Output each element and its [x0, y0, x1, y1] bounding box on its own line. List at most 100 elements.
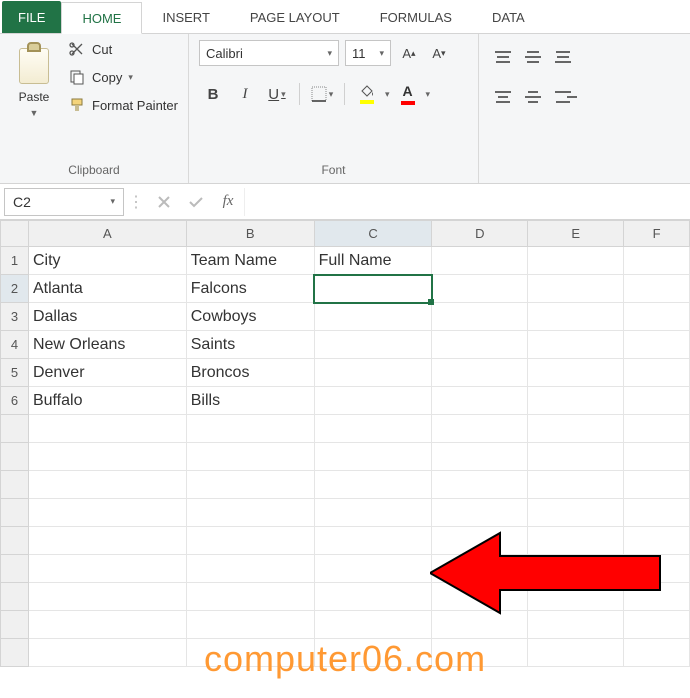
cell-b3[interactable]: Cowboys [186, 303, 314, 331]
italic-button[interactable]: I [231, 80, 259, 108]
tab-page-layout[interactable]: PAGE LAYOUT [230, 1, 360, 33]
file-tab[interactable]: FILE [2, 1, 61, 33]
cell-empty[interactable] [528, 443, 624, 471]
cell-empty[interactable] [314, 611, 432, 639]
row-header-2[interactable]: 2 [1, 275, 29, 303]
cell-empty[interactable] [186, 415, 314, 443]
cell-f5[interactable] [624, 359, 690, 387]
cell-e5[interactable] [528, 359, 624, 387]
cell-empty[interactable] [624, 415, 690, 443]
row-header-1[interactable]: 1 [1, 247, 29, 275]
cell-e3[interactable] [528, 303, 624, 331]
cell-a5[interactable]: Denver [28, 359, 186, 387]
cut-button[interactable]: Cut [68, 40, 178, 58]
font-color-button[interactable]: A [394, 83, 422, 105]
cell-empty[interactable] [624, 443, 690, 471]
align-middle-button[interactable] [519, 44, 547, 70]
cell-f3[interactable] [624, 303, 690, 331]
cell-empty[interactable] [528, 555, 624, 583]
cell-d1[interactable] [432, 247, 528, 275]
cell-empty[interactable] [432, 555, 528, 583]
cell-f1[interactable] [624, 247, 690, 275]
cell-empty[interactable] [624, 583, 690, 611]
row-header-9[interactable] [1, 471, 29, 499]
cell-empty[interactable] [186, 555, 314, 583]
cell-e2[interactable] [528, 275, 624, 303]
cell-empty[interactable] [28, 555, 186, 583]
cell-empty[interactable] [528, 611, 624, 639]
cell-empty[interactable] [314, 527, 432, 555]
cell-empty[interactable] [314, 555, 432, 583]
font-size-combo[interactable]: 11 ▾ [345, 40, 391, 66]
cell-empty[interactable] [432, 415, 528, 443]
insert-function-button[interactable]: fx [212, 188, 244, 216]
column-header-f[interactable]: F [624, 221, 690, 247]
column-header-d[interactable]: D [432, 221, 528, 247]
cell-e1[interactable] [528, 247, 624, 275]
tab-home[interactable]: HOME [61, 2, 142, 34]
row-header-3[interactable]: 3 [1, 303, 29, 331]
row-header-10[interactable] [1, 499, 29, 527]
column-header-a[interactable]: A [28, 221, 186, 247]
cell-empty[interactable] [28, 611, 186, 639]
row-header-13[interactable] [1, 583, 29, 611]
cell-empty[interactable] [314, 415, 432, 443]
cell-empty[interactable] [186, 611, 314, 639]
decrease-font-button[interactable]: A▾ [427, 40, 451, 66]
cell-c3[interactable] [314, 303, 432, 331]
cell-a1[interactable]: City [28, 247, 186, 275]
cell-a2[interactable]: Atlanta [28, 275, 186, 303]
select-all-corner[interactable] [1, 221, 29, 247]
cell-empty[interactable] [432, 611, 528, 639]
cancel-button[interactable] [148, 188, 180, 216]
fill-color-button[interactable] [353, 84, 381, 104]
cell-f4[interactable] [624, 331, 690, 359]
cell-f6[interactable] [624, 387, 690, 415]
cell-empty[interactable] [624, 471, 690, 499]
row-header-4[interactable]: 4 [1, 331, 29, 359]
cell-c2[interactable] [314, 275, 432, 303]
cell-a3[interactable]: Dallas [28, 303, 186, 331]
cell-empty[interactable] [186, 583, 314, 611]
cell-empty[interactable] [432, 471, 528, 499]
column-header-c[interactable]: C [314, 221, 432, 247]
cell-empty[interactable] [186, 471, 314, 499]
row-header-14[interactable] [1, 611, 29, 639]
copy-button[interactable]: Copy ▾ [68, 68, 178, 86]
cell-empty[interactable] [314, 471, 432, 499]
borders-button[interactable]: ▾ [308, 80, 336, 108]
cell-d4[interactable] [432, 331, 528, 359]
cell-empty[interactable] [624, 611, 690, 639]
align-center-button[interactable] [519, 84, 547, 110]
cell-empty[interactable] [528, 499, 624, 527]
cell-empty[interactable] [528, 527, 624, 555]
row-header-11[interactable] [1, 527, 29, 555]
align-top-button[interactable] [489, 44, 517, 70]
underline-button[interactable]: U▾ [263, 80, 291, 108]
cell-c5[interactable] [314, 359, 432, 387]
row-header-5[interactable]: 5 [1, 359, 29, 387]
row-header-12[interactable] [1, 555, 29, 583]
cell-b1[interactable]: Team Name [186, 247, 314, 275]
cell-empty[interactable] [314, 443, 432, 471]
name-box[interactable]: C2 ▾ [4, 188, 124, 216]
cell-b2[interactable]: Falcons [186, 275, 314, 303]
cell-b4[interactable]: Saints [186, 331, 314, 359]
column-header-e[interactable]: E [528, 221, 624, 247]
cell-a4[interactable]: New Orleans [28, 331, 186, 359]
cell-e4[interactable] [528, 331, 624, 359]
cell-c1[interactable]: Full Name [314, 247, 432, 275]
cell-b5[interactable]: Broncos [186, 359, 314, 387]
paste-button[interactable]: Paste ▼ [10, 40, 58, 161]
cell-empty[interactable] [314, 499, 432, 527]
cell-empty[interactable] [314, 583, 432, 611]
cell-empty[interactable] [28, 583, 186, 611]
row-header-6[interactable]: 6 [1, 387, 29, 415]
align-bottom-button[interactable] [549, 44, 577, 70]
cell-c6[interactable] [314, 387, 432, 415]
cell-empty[interactable] [624, 527, 690, 555]
chevron-down-icon[interactable]: ▾ [426, 89, 431, 100]
cell-empty[interactable] [28, 527, 186, 555]
cell-empty[interactable] [28, 415, 186, 443]
cell-empty[interactable] [624, 555, 690, 583]
